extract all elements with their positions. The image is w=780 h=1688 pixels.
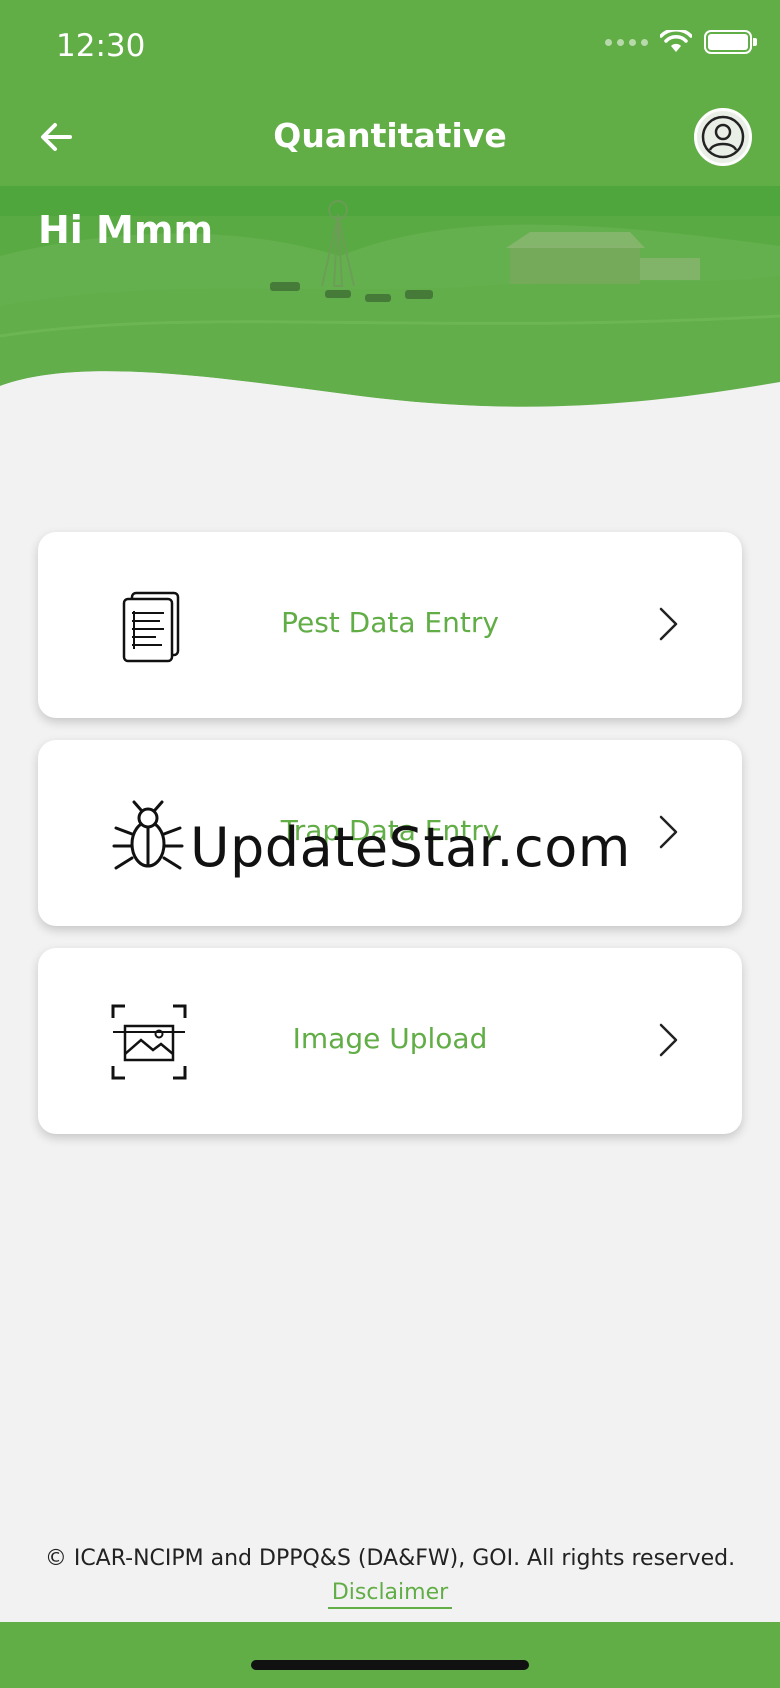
- wifi-icon: [660, 30, 692, 52]
- chevron-right-icon: [659, 1023, 678, 1057]
- greeting-text: Hi Mmm: [38, 208, 214, 252]
- pest-data-entry-card[interactable]: Pest Data Entry: [38, 532, 742, 718]
- status-icons: [605, 30, 757, 54]
- disclaimer-link[interactable]: Disclaimer: [327, 1580, 453, 1609]
- bottom-bar: [0, 1622, 780, 1688]
- signal-icon: [605, 38, 648, 46]
- watermark-text: UpdateStar.com: [190, 816, 631, 879]
- page-title: Quantitative: [273, 116, 507, 155]
- disclaimer-container: Disclaimer: [0, 1580, 780, 1609]
- copyright-text: © ICAR-NCIPM and DPPQ&S (DA&FW), GOI. Al…: [44, 1546, 736, 1571]
- battery-icon: [704, 30, 757, 54]
- image-upload-card[interactable]: Image Upload: [38, 948, 742, 1134]
- home-indicator[interactable]: [251, 1660, 529, 1670]
- chevron-right-icon: [659, 815, 678, 849]
- status-time: 12:30: [56, 28, 146, 64]
- user-icon: [701, 115, 745, 159]
- chevron-right-icon: [659, 607, 678, 641]
- profile-button[interactable]: [694, 108, 752, 166]
